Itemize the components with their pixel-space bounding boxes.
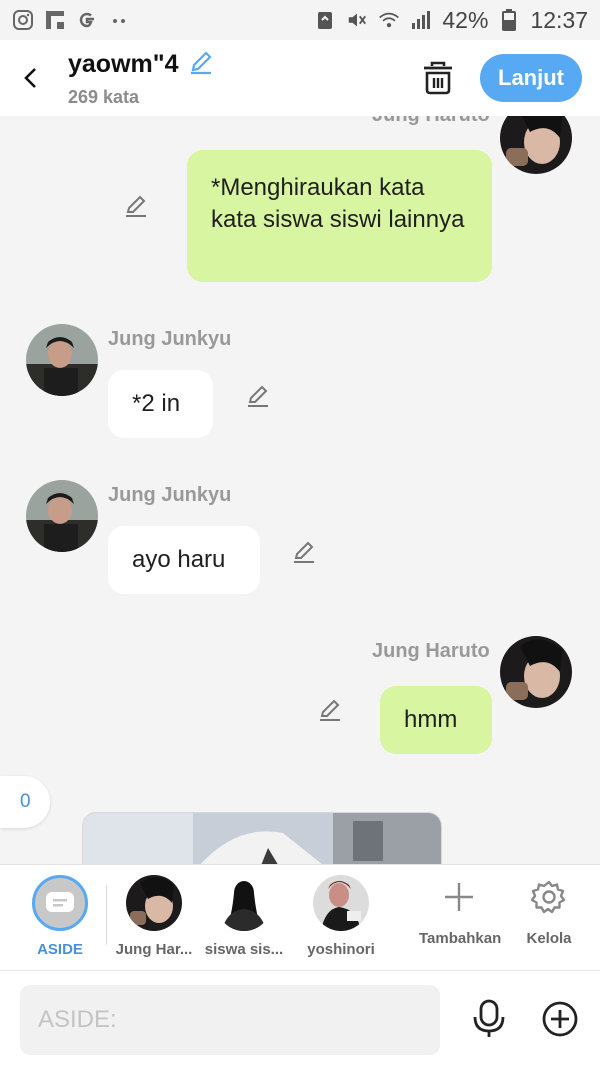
chat-area[interactable]: Jung Haruto *Menghiraukan kata kata sisw…: [0, 116, 600, 864]
message-counter[interactable]: 0: [0, 776, 50, 828]
battery-icon: [498, 9, 520, 31]
chat-bubble-icon: [46, 892, 74, 912]
avatar-junkyu[interactable]: [26, 324, 98, 396]
status-right: 42% 12:37: [314, 7, 588, 34]
character-yoshinori[interactable]: yoshinori: [296, 875, 386, 958]
status-left-icons: [12, 9, 130, 31]
story-title-block: yaowm"4 269 kata: [68, 48, 215, 108]
word-count: 269 kata: [68, 87, 140, 107]
avatar-haruto[interactable]: [500, 116, 572, 174]
edit-message-icon[interactable]: [290, 538, 318, 566]
battery-percent: 42%: [442, 6, 489, 33]
message-bubble[interactable]: *Menghiraukan kata kata siswa siswi lain…: [187, 150, 492, 282]
microphone-button[interactable]: [470, 999, 508, 1039]
character-name: yoshinori: [307, 941, 375, 958]
message-input[interactable]: [20, 985, 440, 1055]
character-name: ASIDE: [37, 941, 83, 958]
add-character-button[interactable]: Tambahkan: [419, 879, 502, 947]
edit-message-icon[interactable]: [244, 382, 272, 410]
story-title: yaowm"4: [68, 50, 179, 78]
composer: [0, 970, 600, 1067]
attach-button[interactable]: [540, 999, 580, 1039]
character-name: Jung Har...: [115, 941, 193, 958]
flipboard-icon: [44, 9, 66, 31]
more-dots-icon: [108, 9, 130, 31]
character-siswa[interactable]: siswa sis...: [199, 875, 289, 958]
gear-icon: [530, 880, 566, 914]
back-arrow-icon: [24, 68, 36, 88]
delete-button[interactable]: [418, 58, 458, 98]
edit-message-icon[interactable]: [316, 696, 344, 724]
mute-icon: [346, 9, 368, 31]
message-bubble[interactable]: hmm: [380, 686, 492, 754]
app-header: yaowm"4 269 kata Lanjut: [0, 40, 600, 116]
manage-button[interactable]: Kelola: [517, 879, 581, 947]
add-circle-icon: [542, 1001, 578, 1037]
aside-avatar: [32, 875, 88, 931]
avatar-haruto[interactable]: [500, 636, 572, 708]
next-button[interactable]: Lanjut: [480, 54, 582, 102]
message-bubble[interactable]: *2 in: [108, 370, 213, 438]
edit-message-icon[interactable]: [122, 192, 150, 220]
clock: 12:37: [530, 6, 588, 33]
character-haruto[interactable]: Jung Har...: [109, 875, 199, 958]
plus-icon: [445, 883, 473, 911]
divider: [106, 885, 107, 945]
edit-title-icon[interactable]: [187, 48, 215, 81]
sender-name: Jung Haruto: [372, 640, 490, 662]
trash-icon: [424, 61, 452, 95]
add-label: Tambahkan: [419, 930, 502, 947]
character-aside[interactable]: ASIDE: [15, 875, 105, 958]
sender-name: Jung Junkyu: [108, 484, 232, 506]
avatar: [313, 875, 369, 931]
image-message[interactable]: [82, 812, 442, 864]
back-button[interactable]: [8, 55, 54, 101]
signal-icon: [410, 9, 432, 31]
manage-label: Kelola: [526, 930, 572, 947]
instagram-icon: [12, 9, 34, 31]
google-icon: [76, 9, 98, 31]
character-bar: ASIDE Jung Har... siswa sis... yoshinori…: [0, 864, 600, 970]
avatar-junkyu[interactable]: [26, 480, 98, 552]
sender-name: Jung Junkyu: [108, 328, 232, 350]
wifi-icon: [378, 9, 400, 31]
sender-name: Jung Haruto: [372, 116, 490, 127]
message-bubble[interactable]: ayo haru: [108, 526, 260, 594]
status-bar: 42% 12:37: [0, 0, 600, 40]
microphone-icon: [473, 999, 505, 1037]
avatar: [216, 875, 272, 931]
recycle-icon: [314, 9, 336, 31]
avatar: [126, 875, 182, 931]
character-name: siswa sis...: [204, 941, 284, 958]
